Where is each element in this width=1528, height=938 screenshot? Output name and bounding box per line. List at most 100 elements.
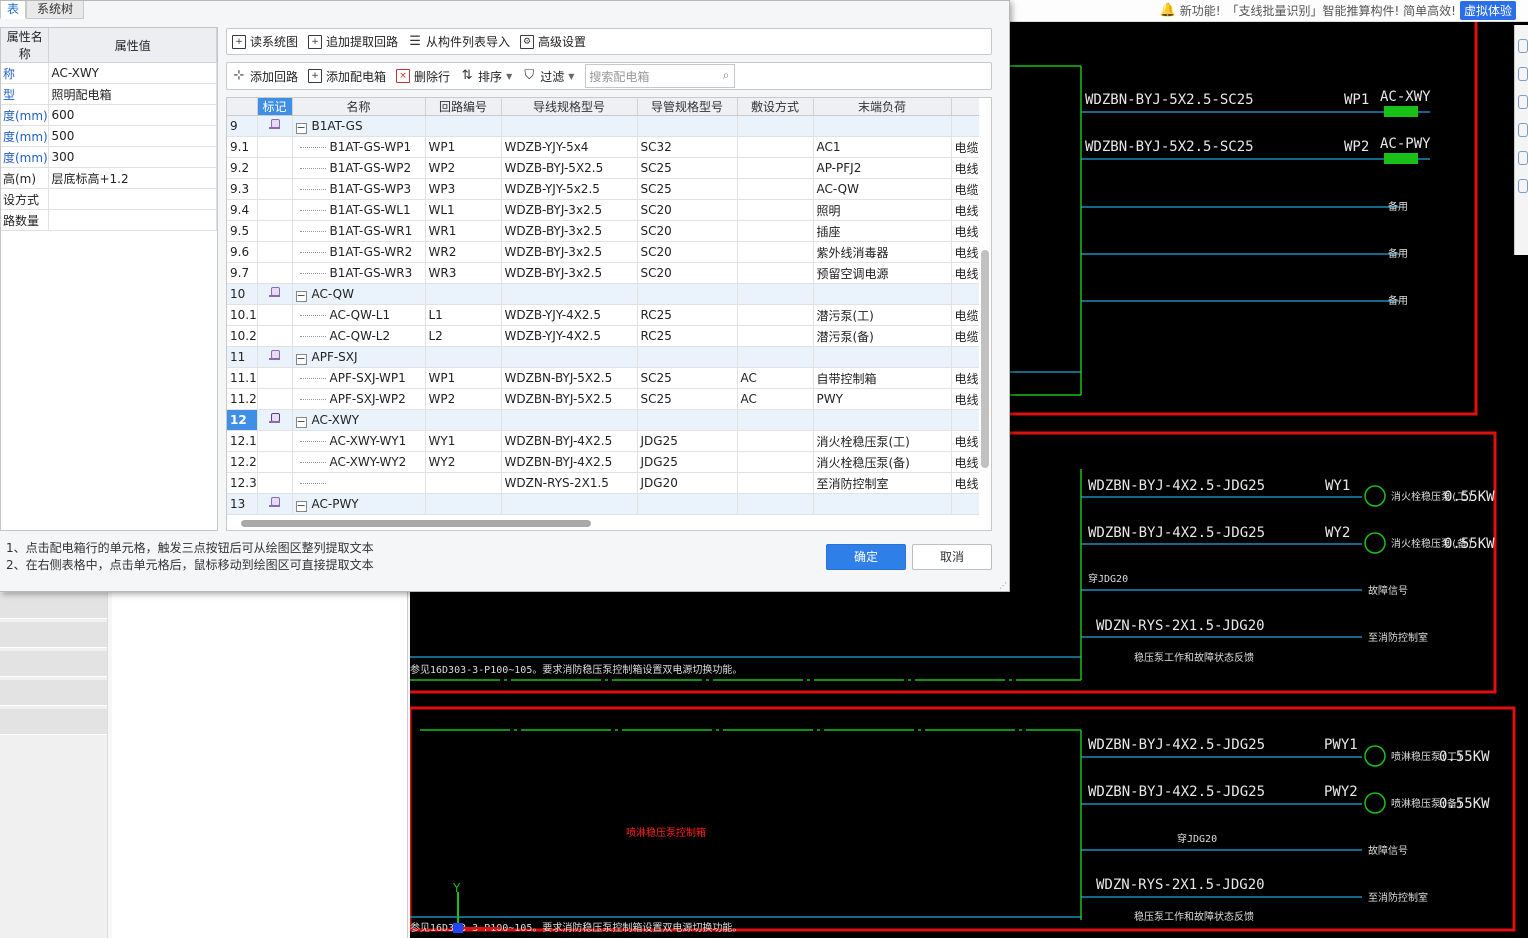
name-cell[interactable]: B1AT-GS-WL1 [292, 199, 426, 221]
property-value[interactable] [48, 209, 217, 231]
read-system-button[interactable]: + 读系统图 [227, 31, 303, 53]
row-number-cell[interactable]: 11 [227, 346, 258, 368]
circuit-row[interactable]: 10.2 AC-QW-L2 L2 WDZB-YJY-4X2.5 RC25 潜污泵(备) 电缆 [227, 325, 979, 347]
circuit-number-cell[interactable] [425, 346, 502, 368]
pipe-spec-cell[interactable]: RC25 [637, 304, 738, 326]
circuit-number-cell[interactable]: WP1 [425, 367, 502, 389]
circuit-number-cell[interactable] [425, 472, 502, 494]
end-load-cell[interactable] [813, 493, 952, 515]
type-cell[interactable]: 电缆 [951, 325, 979, 347]
tool-icon[interactable] [1518, 39, 1528, 53]
laying-method-cell[interactable] [737, 346, 814, 368]
property-row[interactable]: 高(m) 层底标高+1.2 [1, 167, 217, 189]
circuit-row[interactable]: 12.3 WDZN-RYS-2X1.5 JDG20 至消防控制室 电线 [227, 472, 979, 494]
row-number-cell[interactable]: 11.2 [227, 388, 258, 410]
pipe-spec-cell[interactable]: JDG25 [637, 430, 738, 452]
name-cell[interactable]: − AC-QW [292, 283, 426, 305]
wire-spec-cell[interactable] [501, 346, 638, 368]
property-value[interactable]: 层底标高+1.2 [48, 167, 217, 189]
type-cell[interactable]: 电线 [951, 262, 979, 284]
pin-marker-icon[interactable] [268, 286, 281, 299]
laying-method-cell[interactable] [737, 178, 814, 200]
pipe-spec-cell[interactable]: RC25 [637, 325, 738, 347]
type-cell[interactable]: 电线 [951, 472, 979, 494]
wire-spec-cell[interactable]: WDZB-BYJ-5X2.5 [501, 157, 638, 179]
name-cell[interactable]: AC-QW-L2 [292, 325, 426, 347]
mark-cell[interactable] [257, 115, 293, 137]
type-cell[interactable]: 电线 [951, 367, 979, 389]
laying-method-cell[interactable]: AC [737, 388, 814, 410]
circuit-number-cell[interactable] [425, 283, 502, 305]
try-button[interactable]: 虚拟体验 [1459, 1, 1516, 20]
mark-cell[interactable] [257, 346, 293, 368]
property-row[interactable]: 度(mm) 300 [1, 146, 217, 168]
mark-cell[interactable] [257, 178, 293, 200]
host-list-row[interactable] [0, 651, 107, 677]
circuit-number-cell[interactable]: WR1 [425, 220, 502, 242]
distribution-box-row[interactable]: 11 − APF-SXJ [227, 346, 979, 368]
circuit-number-cell[interactable]: WL1 [425, 199, 502, 221]
mark-cell[interactable] [257, 157, 293, 179]
pipe-spec-cell[interactable] [637, 493, 738, 515]
pin-marker-icon[interactable] [268, 412, 281, 425]
name-cell[interactable]: B1AT-GS-WR3 [292, 262, 426, 284]
circuit-row[interactable]: 9.5 B1AT-GS-WR1 WR1 WDZB-BYJ-3x2.5 SC20 插座 电线 [227, 220, 979, 242]
circuit-row[interactable]: 11.2 APF-SXJ-WP2 WP2 WDZBN-BYJ-5X2.5 SC25 AC P… [227, 388, 979, 410]
distribution-box-row[interactable]: 10 − AC-QW [227, 283, 979, 305]
pipe-spec-cell[interactable]: SC20 [637, 241, 738, 263]
wire-spec-cell[interactable] [501, 283, 638, 305]
circuit-number-cell[interactable]: WY1 [425, 430, 502, 452]
end-load-cell[interactable]: 自带控制箱 [813, 367, 952, 389]
mark-cell[interactable] [257, 304, 293, 326]
row-number-cell[interactable]: 9.6 [227, 241, 258, 263]
grid-header-cell[interactable] [227, 98, 258, 116]
property-row[interactable]: 型照明配电箱 [1, 83, 217, 105]
end-load-cell[interactable]: 紫外线消毒器 [813, 241, 952, 263]
wire-spec-cell[interactable] [501, 409, 638, 431]
circuit-row[interactable]: 10.1 AC-QW-L1 L1 WDZB-YJY-4X2.5 RC25 潜污泵(工) 电缆 [227, 304, 979, 326]
grid-header-cell[interactable]: 敷设方式 [737, 98, 814, 116]
host-list-row[interactable] [0, 593, 107, 619]
end-load-cell[interactable] [813, 409, 952, 431]
pipe-spec-cell[interactable]: SC25 [637, 178, 738, 200]
ok-button[interactable]: 确定 [826, 544, 906, 570]
type-cell[interactable]: 电缆 [951, 136, 979, 158]
end-load-cell[interactable] [813, 283, 952, 305]
add-circuit-button[interactable]: ⊹ 添加回路 [227, 65, 303, 87]
end-load-cell[interactable] [813, 346, 952, 368]
type-cell[interactable]: 电线 [951, 220, 979, 242]
wire-spec-cell[interactable]: WDZB-BYJ-3x2.5 [501, 220, 638, 242]
laying-method-cell[interactable] [737, 262, 814, 284]
wire-spec-cell[interactable]: WDZBN-BYJ-4X2.5 [501, 430, 638, 452]
name-cell[interactable]: B1AT-GS-WP2 [292, 157, 426, 179]
delete-row-button[interactable]: × 删除行 [391, 65, 455, 87]
search-icon[interactable]: ⌕ [723, 68, 730, 83]
row-number-cell[interactable]: 10.1 [227, 304, 258, 326]
name-cell[interactable]: AC-XWY-WY1 [292, 430, 426, 452]
circuit-row[interactable]: 9.6 B1AT-GS-WR2 WR2 WDZB-BYJ-3x2.5 SC20 紫外线消毒… [227, 241, 979, 263]
circuit-row[interactable]: 12.2 AC-XWY-WY2 WY2 WDZBN-BYJ-4X2.5 JDG25 消火栓… [227, 451, 979, 473]
property-row[interactable]: 度(mm) 500 [1, 125, 217, 147]
name-cell[interactable]: B1AT-GS-WR1 [292, 220, 426, 242]
grid-header-cell[interactable]: 导线规格型号 [501, 98, 638, 116]
mark-cell[interactable] [257, 283, 293, 305]
name-cell[interactable]: APF-SXJ-WP2 [292, 388, 426, 410]
type-cell[interactable] [951, 283, 979, 305]
tool-icon[interactable] [1518, 123, 1528, 137]
pipe-spec-cell[interactable]: SC20 [637, 199, 738, 221]
pipe-spec-cell[interactable]: SC32 [637, 136, 738, 158]
pipe-spec-cell[interactable]: JDG25 [637, 451, 738, 473]
laying-method-cell[interactable] [737, 199, 814, 221]
laying-method-cell[interactable] [737, 409, 814, 431]
row-number-cell[interactable]: 11.1 [227, 367, 258, 389]
pipe-spec-cell[interactable]: SC25 [637, 367, 738, 389]
laying-method-cell[interactable]: AC [737, 367, 814, 389]
type-cell[interactable]: 电线 [951, 388, 979, 410]
grid-header-cell[interactable]: 回路编号 [425, 98, 502, 116]
property-row[interactable]: 度(mm) 600 [1, 104, 217, 126]
laying-method-cell[interactable] [737, 220, 814, 242]
name-cell[interactable]: − AC-PWY [292, 493, 426, 515]
end-load-cell[interactable]: AP-PFJ2 [813, 157, 952, 179]
laying-method-cell[interactable] [737, 430, 814, 452]
pipe-spec-cell[interactable]: JDG20 [637, 472, 738, 494]
